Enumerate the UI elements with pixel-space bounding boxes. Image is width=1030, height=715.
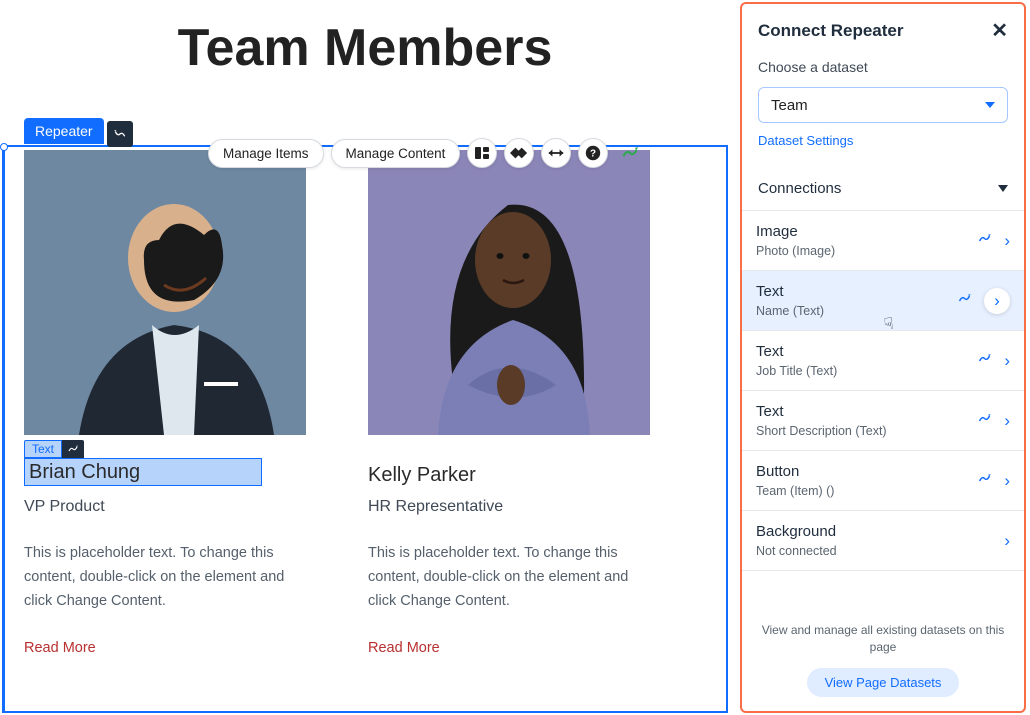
text-selection-tag: Text	[24, 440, 84, 458]
chevron-right-icon: ›	[1004, 531, 1010, 551]
connection-subtitle: Short Description (Text)	[756, 424, 977, 438]
connection-title: Text	[756, 403, 977, 420]
member-desc[interactable]: This is placeholder text. To change this…	[24, 542, 306, 614]
connections-section-header[interactable]: Connections	[742, 170, 1024, 211]
element-toolbar: Manage Items Manage Content ?	[208, 138, 645, 168]
connection-subtitle: Photo (Image)	[756, 244, 977, 258]
connections-list: ImagePhoto (Image)›TextName (Text)›☟Text…	[742, 211, 1024, 606]
member-job[interactable]: VP Product	[24, 498, 306, 516]
connection-row[interactable]: Button Team (Item) () ›	[742, 451, 1024, 511]
layout-icon[interactable]	[467, 138, 497, 168]
team-card: Brian Chung VP Product This is placehold…	[24, 150, 306, 656]
text-tag-label[interactable]: Text	[24, 440, 62, 458]
help-icon[interactable]: ?	[578, 138, 608, 168]
chevron-down-icon	[985, 102, 995, 108]
member-job[interactable]: HR Representative	[368, 498, 650, 516]
connection-row[interactable]: Background Not connected›	[742, 511, 1024, 571]
panel-title: Connect Repeater	[758, 21, 903, 41]
member-photo[interactable]	[24, 150, 306, 435]
connected-icon	[977, 471, 992, 491]
layers-icon[interactable]	[504, 138, 534, 168]
chevron-right-icon: ›	[984, 288, 1010, 314]
panel-footer: View and manage all existing datasets on…	[742, 606, 1024, 711]
connection-title: Button	[756, 463, 977, 480]
connection-title: Background	[756, 523, 1004, 540]
connection-row[interactable]: Image Photo (Image) ›	[742, 211, 1024, 271]
dataset-settings-link[interactable]: Dataset Settings	[742, 123, 1024, 148]
svg-text:?: ?	[590, 149, 596, 160]
member-name[interactable]: Brian Chung	[24, 464, 306, 487]
read-more-link[interactable]: Read More	[368, 640, 650, 656]
manage-content-button[interactable]: Manage Content	[331, 139, 461, 168]
connection-subtitle: Name (Text)	[756, 304, 957, 318]
connect-repeater-panel: Connect Repeater ✕ Choose a dataset Team…	[740, 2, 1026, 713]
dataset-dropdown[interactable]: Team	[758, 87, 1008, 123]
connection-row[interactable]: TextName (Text)›☟	[742, 271, 1024, 331]
chevron-right-icon: ›	[1004, 351, 1010, 371]
editor-canvas: Team Members Repeater Manage Items Manag…	[0, 0, 730, 715]
connected-icon	[977, 351, 992, 371]
close-icon[interactable]: ✕	[991, 18, 1008, 43]
connection-row[interactable]: Text Job Title (Text) ›	[742, 331, 1024, 391]
caret-down-icon	[998, 185, 1008, 192]
connect-icon[interactable]	[615, 138, 645, 168]
connect-data-icon[interactable]	[107, 121, 133, 147]
team-card: Kelly Parker HR Representative This is p…	[368, 150, 650, 656]
member-name[interactable]: Kelly Parker	[368, 464, 650, 487]
connection-title: Text	[756, 343, 977, 360]
repeater-selection-tag: Repeater	[24, 118, 133, 144]
connected-icon	[977, 231, 992, 251]
chevron-right-icon: ›	[1004, 411, 1010, 431]
connection-title: Text	[756, 283, 957, 300]
connected-icon	[977, 411, 992, 431]
choose-dataset-label: Choose a dataset	[742, 59, 1024, 75]
member-photo[interactable]	[368, 150, 650, 435]
connection-subtitle: Not connected	[756, 544, 1004, 558]
stretch-icon[interactable]	[541, 138, 571, 168]
dataset-selected-value: Team	[771, 97, 808, 114]
connect-data-icon[interactable]	[62, 440, 84, 458]
view-page-datasets-button[interactable]: View Page Datasets	[807, 668, 960, 697]
connected-icon	[957, 291, 972, 311]
footer-help-text: View and manage all existing datasets on…	[756, 622, 1010, 656]
member-desc[interactable]: This is placeholder text. To change this…	[368, 542, 650, 614]
connection-title: Image	[756, 223, 977, 240]
page-title: Team Members	[0, 18, 730, 78]
repeater-items: Brian Chung VP Product This is placehold…	[24, 150, 650, 656]
connection-subtitle: Job Title (Text)	[756, 364, 977, 378]
connections-label: Connections	[758, 180, 841, 197]
manage-items-button[interactable]: Manage Items	[208, 139, 324, 168]
chevron-right-icon: ›	[1004, 231, 1010, 251]
connection-row[interactable]: Text Short Description (Text) ›	[742, 391, 1024, 451]
repeater-tag-label[interactable]: Repeater	[24, 118, 104, 144]
read-more-link[interactable]: Read More	[24, 640, 306, 656]
connection-subtitle: Team (Item) ()	[756, 484, 977, 498]
chevron-right-icon: ›	[1004, 471, 1010, 491]
